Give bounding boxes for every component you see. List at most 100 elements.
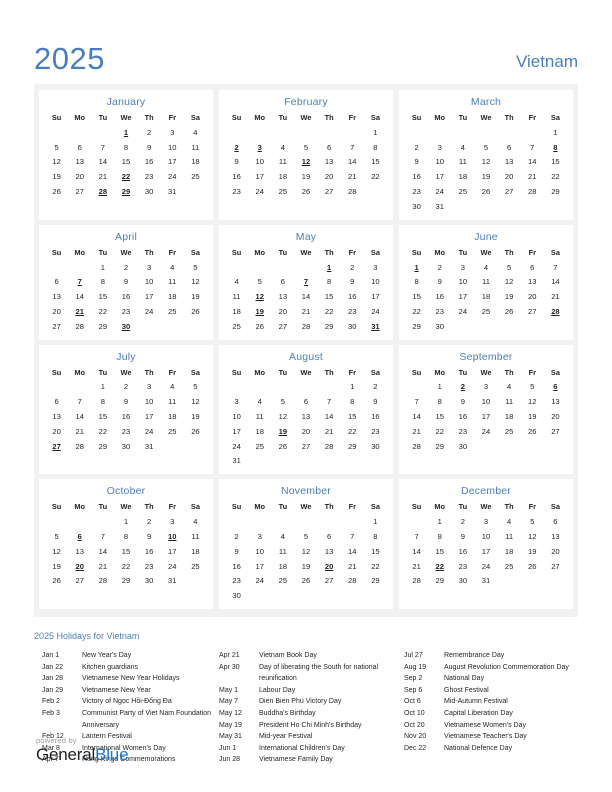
day-cell[interactable]: 24 [451, 304, 474, 319]
day-cell[interactable]: 6 [498, 140, 521, 155]
day-cell[interactable]: 16 [138, 155, 161, 170]
day-cell[interactable]: 13 [68, 155, 91, 170]
day-cell[interactable]: 23 [225, 184, 248, 199]
day-cell[interactable]: 4 [271, 529, 294, 544]
day-cell[interactable]: 26 [521, 424, 544, 439]
day-cell[interactable]: 5 [474, 140, 497, 155]
day-cell[interactable]: 11 [225, 289, 248, 304]
day-cell[interactable]: 17 [428, 169, 451, 184]
day-cell[interactable]: 18 [451, 169, 474, 184]
day-cell[interactable]: 1 [91, 380, 114, 395]
day-cell[interactable]: 20 [521, 289, 544, 304]
day-cell[interactable]: 28 [91, 573, 114, 588]
day-cell[interactable]: 25 [271, 573, 294, 588]
day-cell[interactable]: 21 [405, 559, 428, 574]
day-cell[interactable]: 8 [318, 274, 341, 289]
day-cell[interactable]: 2 [341, 260, 364, 275]
day-cell[interactable]: 17 [248, 169, 271, 184]
day-cell[interactable]: 28 [521, 184, 544, 199]
day-cell[interactable]: 15 [91, 409, 114, 424]
day-cell[interactable]: 20 [318, 169, 341, 184]
day-cell[interactable]: 15 [318, 289, 341, 304]
day-cell[interactable]: 21 [91, 169, 114, 184]
day-cell[interactable]: 14 [544, 274, 567, 289]
day-cell[interactable]: 30 [451, 573, 474, 588]
day-cell[interactable]: 31 [225, 454, 248, 469]
day-cell[interactable]: 30 [364, 439, 387, 454]
day-cell[interactable]: 10 [451, 274, 474, 289]
day-cell-holiday[interactable]: 22 [114, 169, 137, 184]
day-cell[interactable]: 11 [161, 394, 184, 409]
day-cell[interactable]: 22 [318, 304, 341, 319]
day-cell[interactable]: 3 [428, 140, 451, 155]
day-cell[interactable]: 2 [405, 140, 428, 155]
day-cell[interactable]: 18 [161, 289, 184, 304]
day-cell[interactable]: 15 [364, 544, 387, 559]
day-cell[interactable]: 16 [405, 169, 428, 184]
day-cell[interactable]: 22 [364, 559, 387, 574]
day-cell[interactable]: 22 [364, 169, 387, 184]
day-cell[interactable]: 5 [498, 260, 521, 275]
day-cell[interactable]: 17 [474, 544, 497, 559]
day-cell[interactable]: 15 [114, 155, 137, 170]
day-cell[interactable]: 22 [405, 304, 428, 319]
day-cell[interactable]: 28 [68, 319, 91, 334]
day-cell[interactable]: 1 [544, 125, 567, 140]
day-cell[interactable]: 9 [428, 274, 451, 289]
day-cell-holiday[interactable]: 6 [544, 380, 567, 395]
day-cell[interactable]: 14 [405, 409, 428, 424]
day-cell[interactable]: 21 [318, 424, 341, 439]
day-cell[interactable]: 30 [405, 199, 428, 214]
day-cell[interactable]: 13 [544, 529, 567, 544]
day-cell[interactable]: 17 [248, 559, 271, 574]
day-cell[interactable]: 15 [544, 155, 567, 170]
day-cell-holiday[interactable]: 28 [544, 304, 567, 319]
day-cell[interactable]: 14 [318, 409, 341, 424]
day-cell[interactable]: 2 [451, 514, 474, 529]
day-cell[interactable]: 7 [544, 260, 567, 275]
day-cell[interactable]: 18 [161, 409, 184, 424]
day-cell[interactable]: 22 [91, 424, 114, 439]
day-cell-holiday[interactable]: 12 [248, 289, 271, 304]
day-cell[interactable]: 24 [248, 573, 271, 588]
day-cell[interactable]: 5 [271, 394, 294, 409]
day-cell[interactable]: 27 [318, 184, 341, 199]
day-cell-holiday[interactable]: 20 [68, 559, 91, 574]
day-cell[interactable]: 8 [364, 140, 387, 155]
day-cell[interactable]: 20 [294, 424, 317, 439]
day-cell-holiday[interactable]: 1 [405, 260, 428, 275]
day-cell[interactable]: 4 [451, 140, 474, 155]
day-cell-holiday[interactable]: 6 [68, 529, 91, 544]
day-cell[interactable]: 27 [68, 573, 91, 588]
day-cell[interactable]: 17 [161, 544, 184, 559]
day-cell[interactable]: 16 [451, 544, 474, 559]
day-cell[interactable]: 6 [271, 274, 294, 289]
day-cell[interactable]: 2 [138, 514, 161, 529]
day-cell[interactable]: 21 [405, 424, 428, 439]
day-cell[interactable]: 27 [294, 439, 317, 454]
day-cell[interactable]: 2 [138, 125, 161, 140]
day-cell[interactable]: 27 [498, 184, 521, 199]
day-cell[interactable]: 10 [474, 529, 497, 544]
day-cell[interactable]: 26 [294, 184, 317, 199]
day-cell[interactable]: 15 [91, 289, 114, 304]
day-cell[interactable]: 3 [474, 380, 497, 395]
day-cell[interactable]: 25 [451, 184, 474, 199]
day-cell[interactable]: 11 [474, 274, 497, 289]
day-cell[interactable]: 24 [474, 424, 497, 439]
day-cell-holiday[interactable]: 7 [294, 274, 317, 289]
day-cell[interactable]: 19 [45, 559, 68, 574]
day-cell-holiday[interactable]: 30 [114, 319, 137, 334]
day-cell[interactable]: 14 [405, 544, 428, 559]
day-cell[interactable]: 1 [341, 380, 364, 395]
day-cell[interactable]: 15 [341, 409, 364, 424]
day-cell[interactable]: 3 [474, 514, 497, 529]
day-cell[interactable]: 15 [405, 289, 428, 304]
day-cell[interactable]: 14 [68, 289, 91, 304]
day-cell[interactable]: 7 [405, 394, 428, 409]
day-cell[interactable]: 5 [521, 380, 544, 395]
day-cell[interactable]: 24 [138, 304, 161, 319]
day-cell[interactable]: 27 [544, 424, 567, 439]
day-cell[interactable]: 28 [341, 573, 364, 588]
day-cell[interactable]: 6 [294, 394, 317, 409]
